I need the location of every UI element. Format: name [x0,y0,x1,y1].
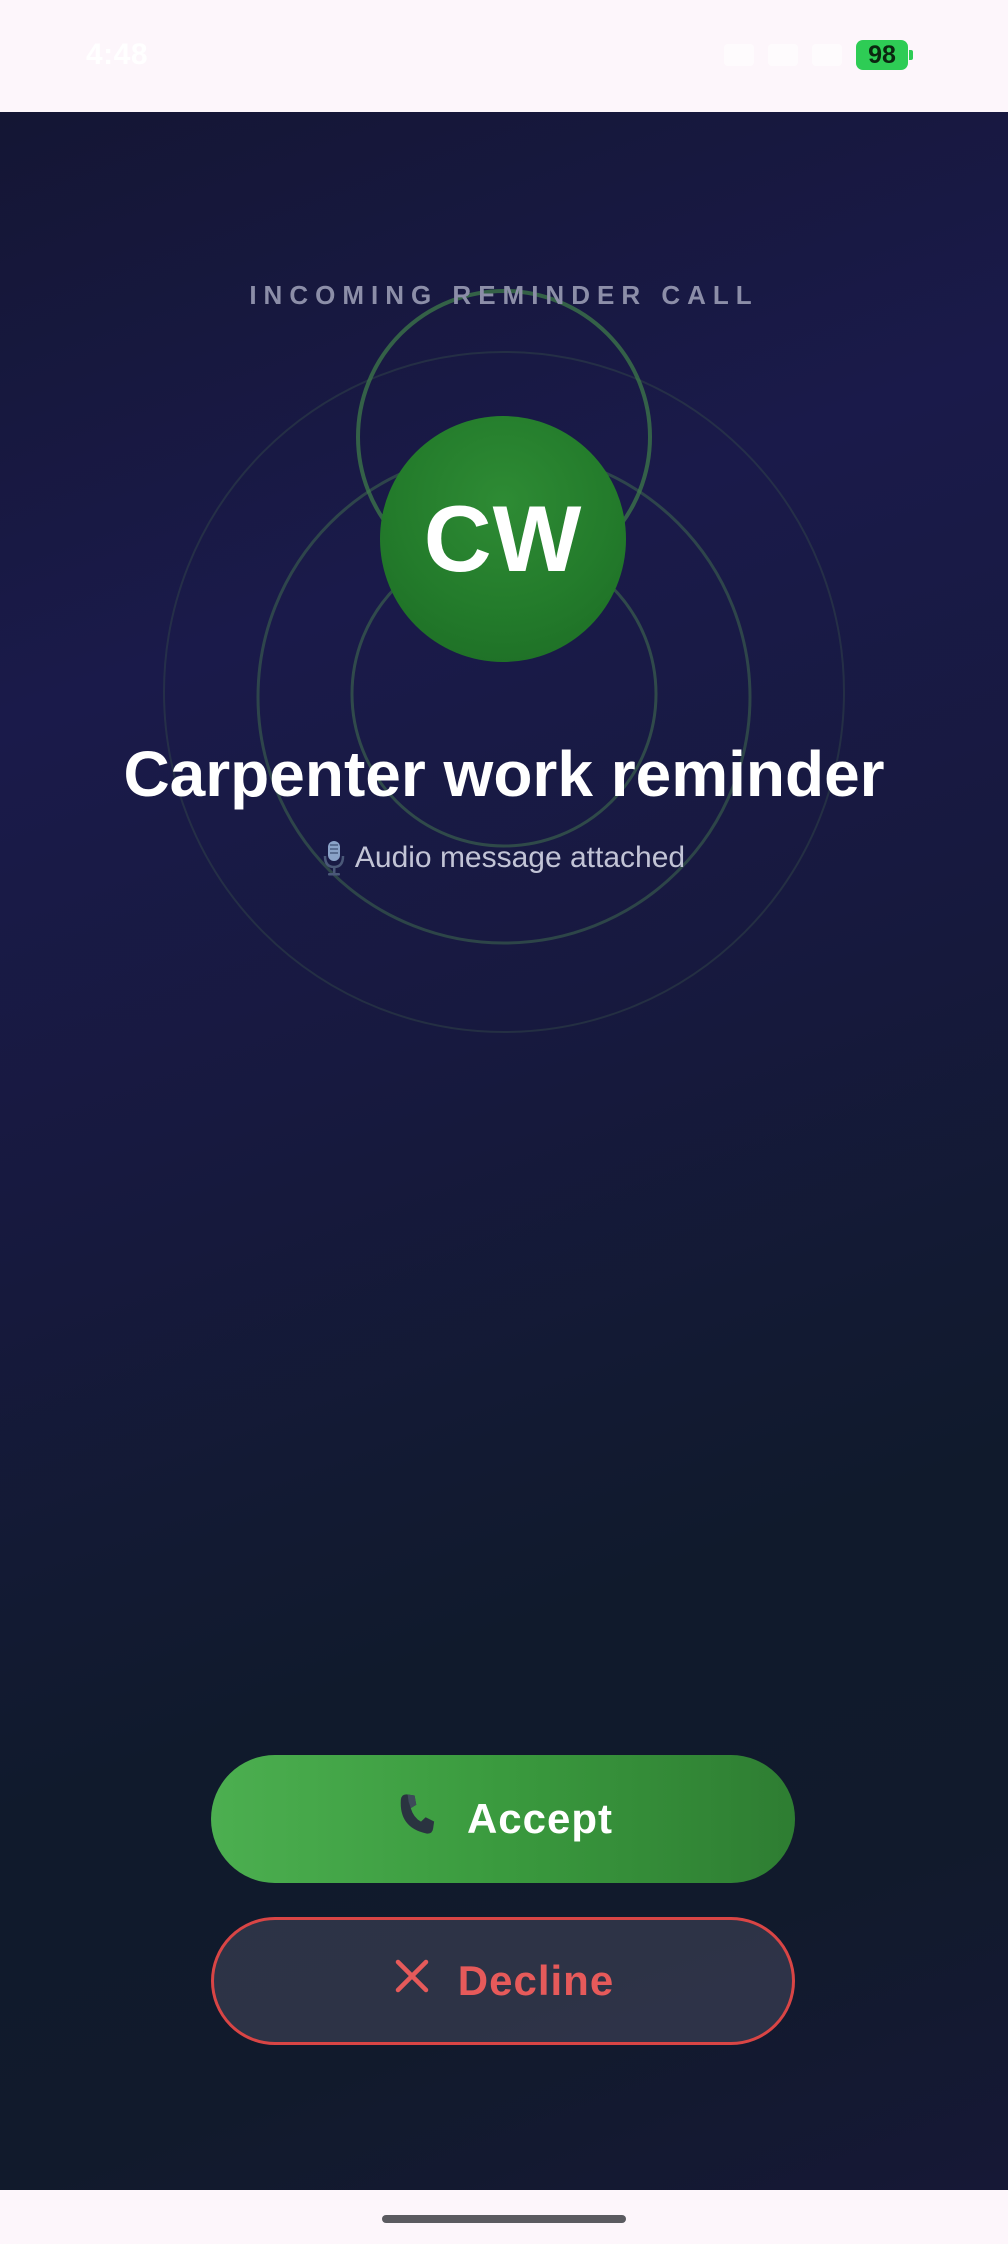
status-time: 4:48 [86,38,149,71]
decline-button[interactable]: Decline [211,1917,795,2045]
caller-name: Carpenter work reminder [123,738,885,810]
home-indicator[interactable] [382,2215,626,2223]
caller-avatar: CW [380,416,626,662]
pulse-rings-decoration [163,289,845,1033]
navigation-bar [0,2190,1008,2244]
caller-subtitle: Audio message attached [0,840,1008,876]
incoming-call-screen: 4:48 98 INCOMING REMINDER CALL CW Carpen… [0,0,1008,2244]
wifi-icon [812,44,842,66]
battery-indicator: 98 [856,40,913,70]
microphone-icon [323,840,345,876]
signal-icon [724,44,754,66]
close-icon [392,1956,432,2006]
accept-button[interactable]: Accept [211,1755,795,1883]
incoming-call-label: INCOMING REMINDER CALL [249,280,759,310]
avatar-initials: CW [423,486,583,591]
network-icon [768,44,798,66]
decline-label: Decline [457,1957,615,2004]
status-icons: 98 [724,40,913,70]
status-bar: 4:48 98 [0,0,1008,112]
accept-label: Accept [466,1795,614,1842]
phone-icon [393,1790,441,1848]
subtitle-text: Audio message attached [354,841,686,874]
